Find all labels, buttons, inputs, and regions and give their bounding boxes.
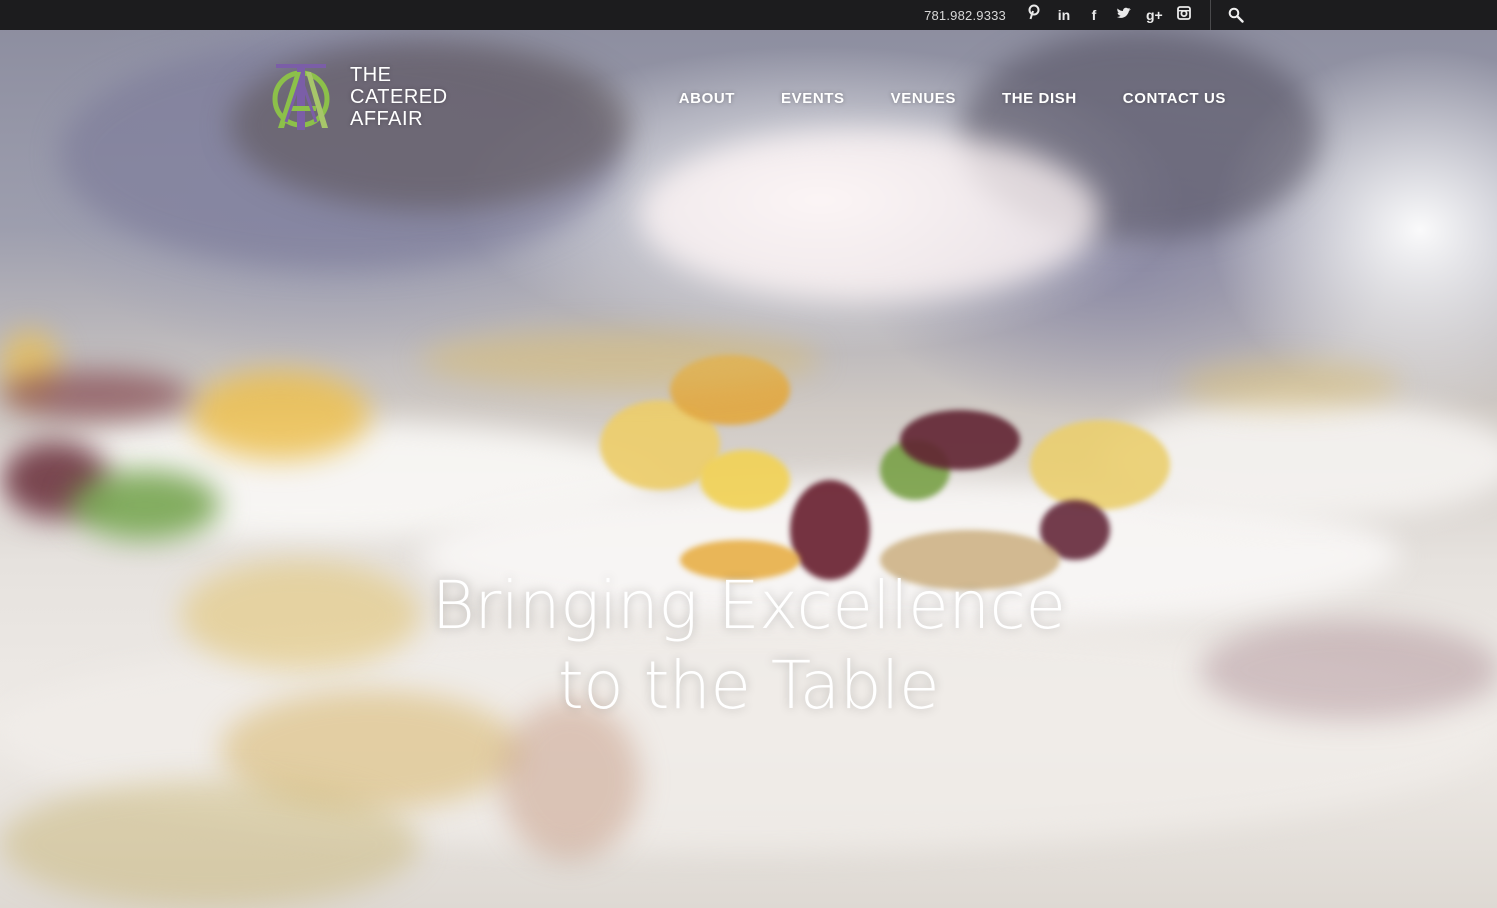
logo-text-line-1: THE bbox=[350, 64, 392, 86]
catered-affair-logo-mark-icon bbox=[272, 64, 330, 130]
twitter-icon[interactable] bbox=[1116, 0, 1132, 30]
search-icon[interactable] bbox=[1225, 0, 1247, 30]
hero-photo-blur bbox=[70, 470, 220, 540]
pinterest-glyph bbox=[1028, 4, 1040, 20]
instagram-icon[interactable] bbox=[1176, 0, 1192, 30]
logo-text-line-3: AFFAIR bbox=[350, 108, 424, 130]
hero-photo-blur bbox=[1180, 360, 1400, 410]
facebook-icon[interactable]: f bbox=[1086, 0, 1102, 30]
site-logo[interactable]: THE CATERED AFFAIR bbox=[270, 62, 448, 134]
nav-item-the-dish[interactable]: THE DISH bbox=[1002, 90, 1077, 107]
hero-headline-line-2: to the Table bbox=[557, 647, 940, 724]
hero-headline-line-1: Bringing Excellence bbox=[431, 567, 1066, 644]
nav-item-contact-us[interactable]: CONTACT US bbox=[1123, 90, 1226, 107]
hero-photo-blur bbox=[0, 370, 190, 420]
twitter-glyph bbox=[1117, 7, 1131, 18]
top-utility-links: 781.982.9333 in f g+ bbox=[924, 0, 1247, 30]
top-utility-bar: 781.982.9333 in f g+ bbox=[0, 0, 1497, 30]
logo-text-line-2: CATERED bbox=[350, 86, 448, 108]
hero-photo-blur bbox=[790, 480, 870, 580]
nav-item-venues[interactable]: VENUES bbox=[891, 90, 956, 107]
hero-photo-blur bbox=[640, 130, 1100, 300]
hero-photo-blur bbox=[1030, 420, 1170, 510]
logo-wordmark: THE CATERED AFFAIR bbox=[350, 64, 448, 130]
hero-photo-blur bbox=[420, 330, 820, 390]
hero-photo-blur bbox=[900, 410, 1020, 470]
google-plus-icon[interactable]: g+ bbox=[1146, 0, 1163, 30]
pinterest-icon[interactable] bbox=[1026, 0, 1042, 30]
main-navigation: ABOUT EVENTS VENUES THE DISH CONTACT US bbox=[679, 90, 1226, 107]
topbar-divider bbox=[1210, 0, 1211, 30]
hero-photo-blur bbox=[190, 370, 370, 460]
nav-item-events[interactable]: EVENTS bbox=[781, 90, 845, 107]
hero-photo-blur bbox=[0, 780, 420, 908]
linkedin-icon[interactable]: in bbox=[1056, 0, 1072, 30]
hero-headline: Bringing Excellence to the Table bbox=[0, 566, 1497, 726]
hero-section: 781.982.9333 in f g+ THE CATERED AFFAIR … bbox=[0, 0, 1497, 908]
hero-photo-blur bbox=[700, 450, 790, 510]
instagram-glyph bbox=[1177, 6, 1191, 20]
search-glyph bbox=[1228, 7, 1244, 23]
nav-item-about[interactable]: ABOUT bbox=[679, 90, 735, 107]
phone-number[interactable]: 781.982.9333 bbox=[924, 8, 1006, 23]
